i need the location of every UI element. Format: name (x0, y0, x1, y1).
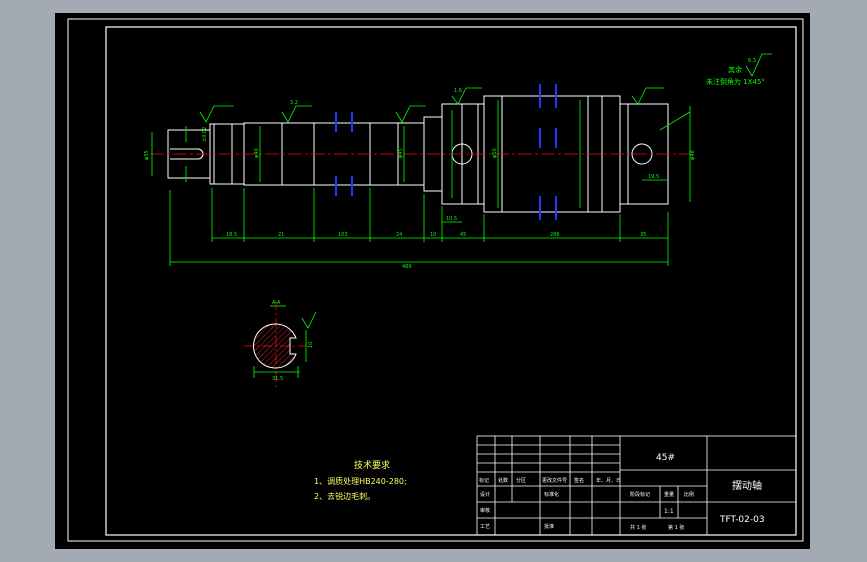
cad-viewer: 489 18.5 21 103 24 10 45 286 35 10.5 19.… (0, 0, 867, 562)
header-zone: 分区 (516, 477, 526, 484)
notes-heading: 技术要求 (354, 459, 390, 471)
scale-value: 1:1 (664, 508, 674, 515)
dim-d5: φ48 (690, 150, 696, 160)
dim-fit-tol: ±0.02 (202, 127, 208, 142)
section-hatch (253, 323, 297, 369)
dim-seg3: 103 (338, 232, 348, 238)
dim-seg5: 10 (430, 232, 436, 238)
header-mark: 标记 (479, 477, 489, 484)
dim-seg6: 45 (460, 232, 466, 238)
section-label: A-A (272, 300, 281, 306)
dim-keyway-depth: 31.5 (272, 376, 283, 382)
label-standardize: 标准化 (544, 491, 559, 498)
label-check: 审核 (480, 507, 490, 514)
dim-d1: φ35 (144, 150, 150, 160)
dim-seg2: 21 (278, 232, 284, 238)
header-date: 年、月、日 (596, 477, 621, 484)
drawing-number: TFT-02-03 (719, 515, 765, 525)
sheet-total: 共 1 张 (630, 524, 646, 531)
dim-step1: 10.5 (446, 216, 457, 222)
label-approve: 批准 (544, 523, 554, 530)
corner-note-roughness: 6.3 (748, 58, 756, 64)
sheet-number: 第 1 张 (668, 524, 684, 531)
dim-step2: 19.5 (648, 174, 659, 180)
dim-seg8: 35 (640, 232, 646, 238)
label-design: 设计 (480, 491, 490, 498)
dim-d4: φ50 (492, 148, 498, 158)
dim-seg4: 24 (396, 232, 402, 238)
part-name: 摆动轴 (732, 479, 762, 492)
dim-d2: φ40 (254, 148, 260, 158)
dim-keyway-width: 10 (308, 342, 314, 348)
roughness-a: 3.2 (290, 100, 298, 106)
scale-label: 比例 (684, 491, 694, 498)
notes-item-1: 1、调质处理HB240-280; (314, 476, 407, 486)
header-change-doc: 更改文件号 (542, 477, 567, 484)
header-sign: 签名 (574, 477, 584, 484)
corner-note-chamfer: 未注倒角为 1X45° (706, 77, 765, 86)
material-label: 45# (656, 453, 675, 463)
drawing-sheet: 489 18.5 21 103 24 10 45 286 35 10.5 19.… (55, 13, 810, 549)
weight-label: 重量 (664, 491, 674, 498)
notes-item-2: 2、去锐边毛刺。 (314, 491, 375, 501)
dim-overall-length: 489 (402, 264, 412, 270)
label-process: 工艺 (480, 524, 490, 530)
stage-label: 阶段标记 (630, 491, 650, 498)
dim-seg1: 18.5 (226, 232, 237, 238)
dim-d3: φ45 (398, 148, 404, 158)
corner-note-label: 其余 (728, 65, 742, 74)
sheet-background (55, 13, 810, 549)
header-count: 处数 (498, 477, 508, 484)
roughness-b: 1.6 (454, 88, 462, 94)
dim-seg7: 286 (550, 232, 560, 238)
